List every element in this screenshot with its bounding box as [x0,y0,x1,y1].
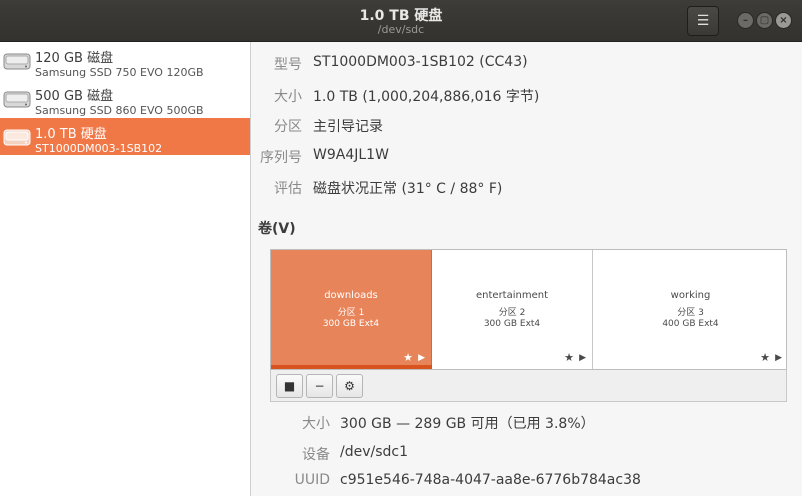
partition-index: 分区 3 [677,308,704,318]
play-icon: ▶ [579,353,586,363]
vol-size-row: 大小 [252,413,330,435]
drive-name: 120 GB 磁盘 [35,51,114,66]
assessment-row: 评估 [252,178,302,200]
partition-2-block[interactable]: entertainment 分区 2 300 GB Ext4 ★ ▶ [432,250,593,369]
partition-name: working [670,290,711,301]
device-value: /dev/sdc1 [340,444,409,460]
size-row: 大小 [252,86,302,108]
hard-disk-icon [3,91,31,108]
app-menu-button[interactable]: ☰ [687,6,719,36]
vol-size-label: 大小 [302,416,330,432]
drive-item-120gb[interactable]: 120 GB 磁盘 Samsung SSD 750 EVO 120GB [0,42,250,79]
close-button[interactable]: × [775,12,792,29]
uuid-label: UUID [294,472,330,488]
serial-value: W9A4JL1W [313,147,389,163]
size-value: 1.0 TB (1,000,204,886,016 字节) [313,89,540,105]
hamburger-icon: ☰ [696,13,710,29]
hard-disk-icon [3,53,31,70]
maximize-button[interactable]: ▢ [756,12,773,29]
size-label: 大小 [274,89,302,105]
partition-info: 300 GB Ext4 [322,319,380,329]
uuid-row: UUID [252,472,330,494]
drive-item-500gb[interactable]: 500 GB 磁盘 Samsung SSD 860 EVO 500GB [0,80,250,117]
drive-model: Samsung SSD 860 EVO 500GB [35,104,204,117]
star-icon: ★ [760,351,770,364]
star-icon: ★ [564,351,574,364]
partition-name: downloads [324,290,378,301]
drive-name: 1.0 TB 硬盘 [35,127,107,142]
uuid-value: c951e546-748a-4047-aa8e-6776b784ac38 [340,472,641,488]
drive-name: 500 GB 磁盘 [35,89,114,104]
delete-partition-button[interactable]: − [306,374,333,398]
play-icon: ▶ [775,353,782,363]
volume-map: downloads 分区 1 300 GB Ext4 ★ ▶ entertain… [270,249,787,370]
window-title: 1.0 TB 硬盘 [359,8,443,24]
device-label: 设备 [302,447,330,463]
title-bar: 1.0 TB 硬盘 /dev/sdc ☰ – ▢ × [0,0,802,42]
hard-disk-icon [3,129,31,146]
model-value: ST1000DM003-1SB102 (CC43) [313,54,528,70]
partition-usage-bar [271,365,432,369]
unmount-button[interactable]: ■ [276,374,303,398]
partition-options-button[interactable]: ⚙ [336,374,363,398]
partition-info: 300 GB Ext4 [483,319,541,329]
partition-index: 分区 1 [337,308,365,318]
assessment-value: 磁盘状况正常 (31° C / 88° F) [313,181,503,197]
device-row: 设备 [252,444,330,466]
drive-list: 120 GB 磁盘 Samsung SSD 750 EVO 120GB 500 … [0,42,251,496]
partition-3-block[interactable]: working 分区 3 400 GB Ext4 ★ ▶ [593,250,788,369]
model-row: 型号 [252,54,302,76]
partition-1-block[interactable]: downloads 分区 1 300 GB Ext4 ★ ▶ [271,250,432,369]
drive-model: ST1000DM003-1SB102 [35,142,163,155]
star-icon: ★ [403,351,413,364]
assessment-label: 评估 [274,181,302,197]
partition-info: 400 GB Ext4 [662,319,719,329]
serial-row: 序列号 [252,147,302,169]
serial-label: 序列号 [260,150,302,166]
partition-index: 分区 2 [498,308,526,318]
partition-name: entertainment [476,290,548,301]
partitioning-label: 分区 [274,119,302,135]
volumes-heading: 卷(V) [258,221,296,237]
minus-icon: − [314,379,325,393]
model-label: 型号 [274,57,302,73]
drive-item-1tb[interactable]: 1.0 TB 硬盘 ST1000DM003-1SB102 [0,118,250,155]
window-subtitle: /dev/sdc [377,23,425,36]
minimize-button[interactable]: – [737,12,754,29]
stop-icon: ■ [283,379,296,393]
play-icon: ▶ [418,353,425,363]
partitioning-row: 分区 [252,116,302,138]
vol-size-value: 300 GB — 289 GB 可用（已用 3.8%） [340,416,595,432]
partitioning-value: 主引导记录 [313,119,383,135]
drive-model: Samsung SSD 750 EVO 120GB [35,66,204,79]
gear-icon: ⚙ [344,379,355,393]
